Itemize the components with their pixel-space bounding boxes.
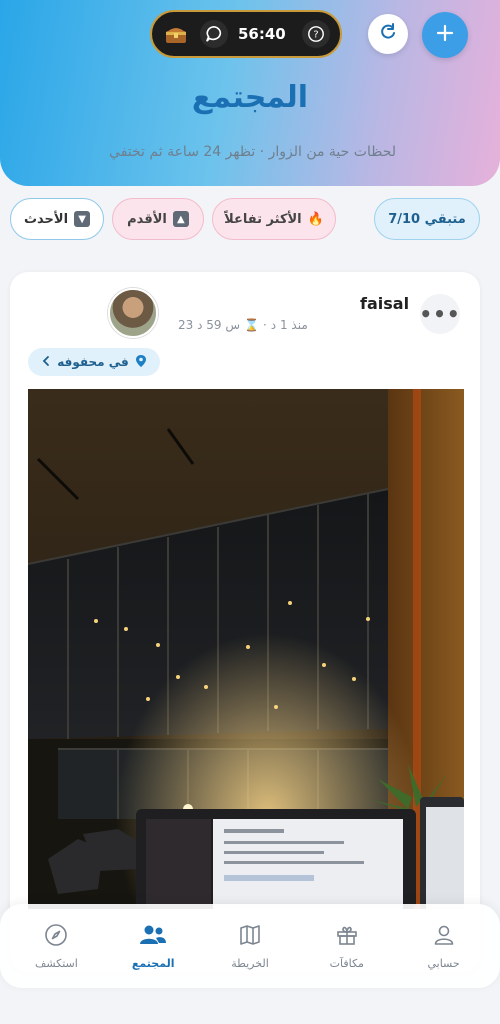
remaining-label: متبقي 7/10 <box>388 211 466 227</box>
filter-most-popular[interactable]: 🔥 الأكثر تفاعلاً <box>212 198 336 240</box>
filter-most-popular-label: الأكثر تفاعلاً <box>224 211 302 227</box>
status-pill: 56:40 ? <box>150 10 342 58</box>
compass-icon <box>44 923 68 951</box>
location-label: في محفوفه <box>57 355 129 369</box>
hourglass-icon: ⌛ <box>244 318 259 332</box>
page-subtitle: لحظات حية من الزوار · تظهر 24 ساعة ثم تخ… <box>109 144 396 160</box>
post-time: منذ 1 د <box>270 318 308 332</box>
meta-separator: · <box>262 318 267 332</box>
nav-community-label: المجتمع <box>131 956 175 970</box>
nav-account-label: حسابي <box>427 956 460 970</box>
nav-map[interactable]: الخريطة <box>205 923 295 970</box>
add-post-button[interactable] <box>422 12 468 58</box>
community-screen: 56:40 ? المجتمع لحظات حية من الزوار · تظ… <box>0 0 500 1024</box>
page-title: المجتمع <box>191 80 309 115</box>
post-meta: 23 س 59 د ⌛ · منذ 1 د <box>178 318 308 332</box>
header: 56:40 ? المجتمع لحظات حية من الزوار · تظ… <box>0 0 500 186</box>
map-icon <box>238 923 262 951</box>
filter-oldest-label: الأقدم <box>127 211 167 227</box>
nav-rewards[interactable]: مكافآت <box>302 923 392 970</box>
location-pin-icon <box>135 354 147 371</box>
post-expiry: 23 س 59 د <box>178 318 241 332</box>
refresh-button[interactable] <box>368 14 408 54</box>
post-photo[interactable] <box>28 389 464 909</box>
filter-newest-label: الأحدث <box>23 211 69 227</box>
plus-icon <box>435 23 455 47</box>
refresh-icon <box>378 22 398 46</box>
filter-newest[interactable]: ▼ الأحدث <box>10 198 104 240</box>
post-card: ••• faisal 23 س 59 د ⌛ · منذ 1 د في محفو… <box>10 272 480 972</box>
more-options-button[interactable]: ••• <box>419 294 461 334</box>
people-icon <box>138 923 168 951</box>
user-icon <box>432 923 456 951</box>
arrow-down-icon: ▼ <box>74 211 91 227</box>
arrow-up-icon: ▲ <box>172 211 189 227</box>
avatar[interactable] <box>108 288 158 338</box>
bottom-nav: استكشف المجتمع الخريطة مكافآت حسابي <box>0 904 500 988</box>
countdown-timer: 56:40 <box>238 25 286 43</box>
chevron-left-icon <box>41 355 51 370</box>
remaining-posts-badge: متبقي 7/10 <box>374 198 480 240</box>
post-username[interactable]: faisal <box>360 294 409 313</box>
gift-icon <box>335 923 359 951</box>
nav-explore-label: استكشف <box>34 956 78 970</box>
nav-explore[interactable]: استكشف <box>11 923 101 970</box>
nav-map-label: الخريطة <box>231 956 269 970</box>
chest-icon[interactable] <box>162 20 190 48</box>
filter-oldest[interactable]: ▲ الأقدم <box>112 198 204 240</box>
nav-community[interactable]: المجتمع <box>108 923 198 970</box>
nav-account[interactable]: حسابي <box>399 923 489 970</box>
svg-text:?: ? <box>313 30 318 41</box>
chat-icon[interactable] <box>200 20 228 48</box>
more-icon: ••• <box>419 302 461 326</box>
help-icon[interactable]: ? <box>302 20 330 48</box>
fire-icon: 🔥 <box>307 211 324 227</box>
nav-rewards-label: مكافآت <box>329 956 364 970</box>
location-chip[interactable]: في محفوفه <box>28 348 160 376</box>
